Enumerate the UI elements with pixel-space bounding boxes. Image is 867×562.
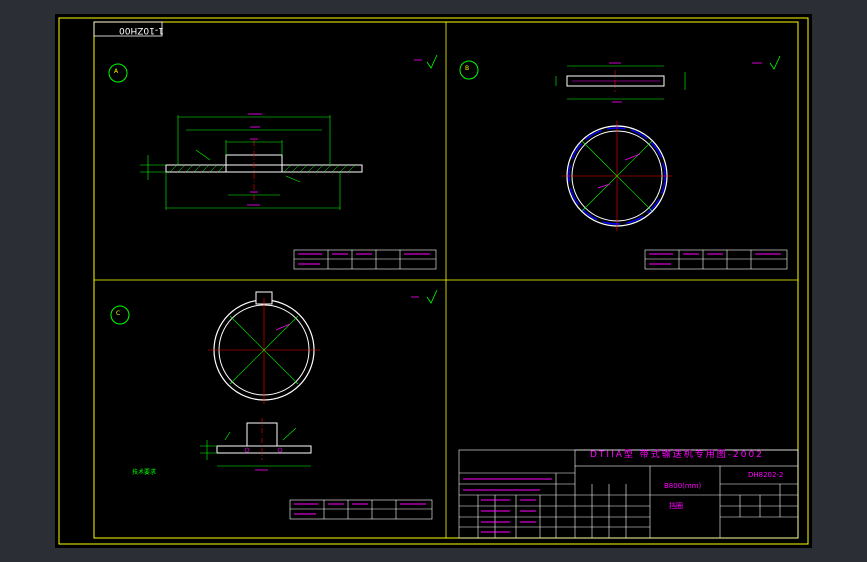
title-block-drawing-number: DH8202-2 [748,471,784,479]
view-a-label: A [114,68,119,75]
title-block-title: DTIIA型 带式输送机专用图-2002 [590,450,764,460]
view-c-label: C [116,310,121,317]
drawing-code: 1-10ZH00 [119,25,164,35]
title-block-part-name: 挡圈 [669,502,683,510]
technical-note: 技术要求 [132,469,157,476]
view-b-label: B [465,65,470,72]
cad-drawing-sheet [55,14,812,548]
title-block-spec: B800(mm) [664,482,702,490]
cad-viewport[interactable]: 1-10ZH00 A B C DTIIA型 带式输送机专用图-2002 B800… [0,0,867,562]
drawing-background [55,14,812,548]
